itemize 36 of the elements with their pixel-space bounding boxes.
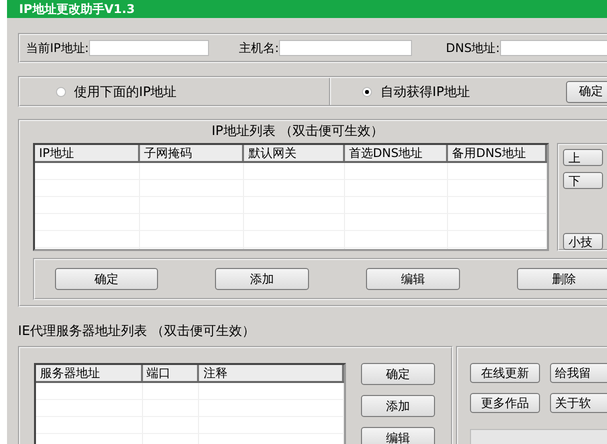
edit-button[interactable]: 编辑: [361, 427, 435, 444]
column-header[interactable]: 子网掩码: [140, 145, 244, 161]
column-header[interactable]: 端口: [142, 365, 200, 381]
column-header[interactable]: 首选DNS地址: [344, 145, 448, 161]
column-header[interactable]: IP地址: [35, 145, 140, 161]
radio-label: 自动获得IP地址: [380, 84, 470, 100]
confirm-button[interactable]: 确定: [361, 363, 435, 385]
column-header[interactable]: 注释: [199, 365, 344, 381]
menu-button[interactable]: 给我留: [550, 363, 607, 383]
field-label: DNS地址:: [446, 40, 500, 56]
section-title: IE代理服务器地址列表 （双击便可生效）: [18, 323, 256, 341]
menu-button[interactable]: 关于软: [550, 393, 607, 413]
radio-button[interactable]: [362, 86, 372, 96]
side-button[interactable]: 下: [563, 172, 604, 189]
radio-label: 使用下面的IP地址: [74, 84, 177, 100]
field-label: 当前IP地址:: [26, 40, 89, 56]
menu-button[interactable]: 更多作品: [470, 393, 540, 413]
column-header[interactable]: 服务器地址: [36, 365, 143, 381]
input-field[interactable]: [500, 40, 607, 56]
column-header[interactable]: 默认网关: [244, 145, 345, 161]
window-title: IP地址更改助手V1.3: [7, 0, 607, 18]
menu-button[interactable]: 在线更新: [470, 363, 540, 383]
side-button[interactable]: 上: [563, 149, 604, 166]
confirm-button[interactable]: 确定: [55, 268, 158, 290]
field-label: 主机名:: [238, 40, 279, 56]
list-title: IP地址列表 （双击便可生效）: [210, 123, 384, 141]
edit-button[interactable]: 编辑: [366, 268, 460, 290]
add-button[interactable]: 添加: [361, 395, 435, 417]
column-header[interactable]: 备用DNS地址: [448, 145, 548, 161]
confirm-button[interactable]: 确定: [566, 80, 607, 102]
delete-button[interactable]: 删除: [517, 268, 607, 290]
add-button[interactable]: 添加: [215, 268, 309, 290]
input-field[interactable]: [278, 40, 412, 56]
input-field[interactable]: [88, 40, 209, 56]
radio-button[interactable]: [56, 86, 66, 96]
side-button[interactable]: 小技: [563, 233, 604, 250]
